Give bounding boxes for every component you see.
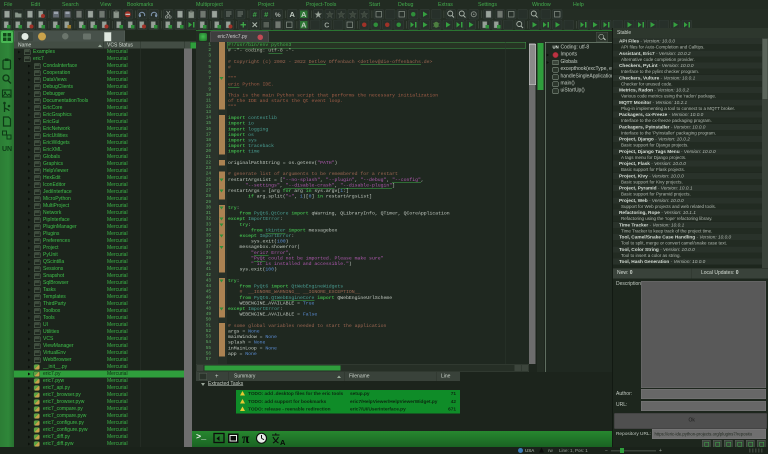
svg-text:π: π bbox=[242, 432, 250, 446]
svg-text:A: A bbox=[301, 10, 307, 19]
svg-text:%: % bbox=[275, 12, 281, 19]
svg-text:A: A bbox=[290, 10, 296, 19]
svg-text:A: A bbox=[280, 438, 286, 447]
svg-text:A: A bbox=[301, 21, 307, 30]
svg-text:C: C bbox=[324, 23, 329, 30]
svg-text:UN: UN bbox=[2, 146, 12, 153]
